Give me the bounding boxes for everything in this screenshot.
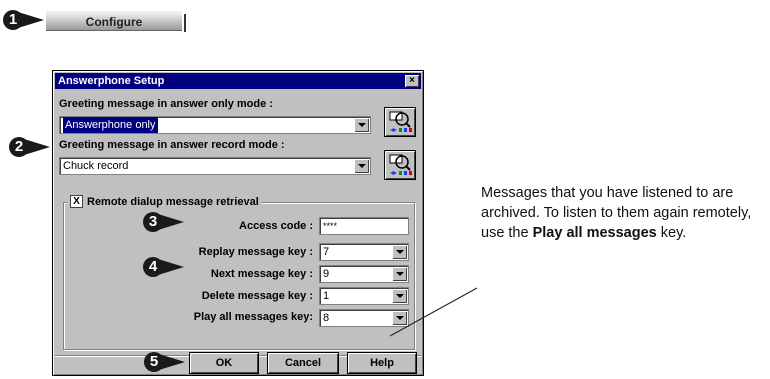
note-text-2: key.	[656, 225, 687, 241]
callout-note: Messages that you have listened to are a…	[481, 183, 770, 243]
note-bold: Play all messages	[532, 225, 657, 241]
